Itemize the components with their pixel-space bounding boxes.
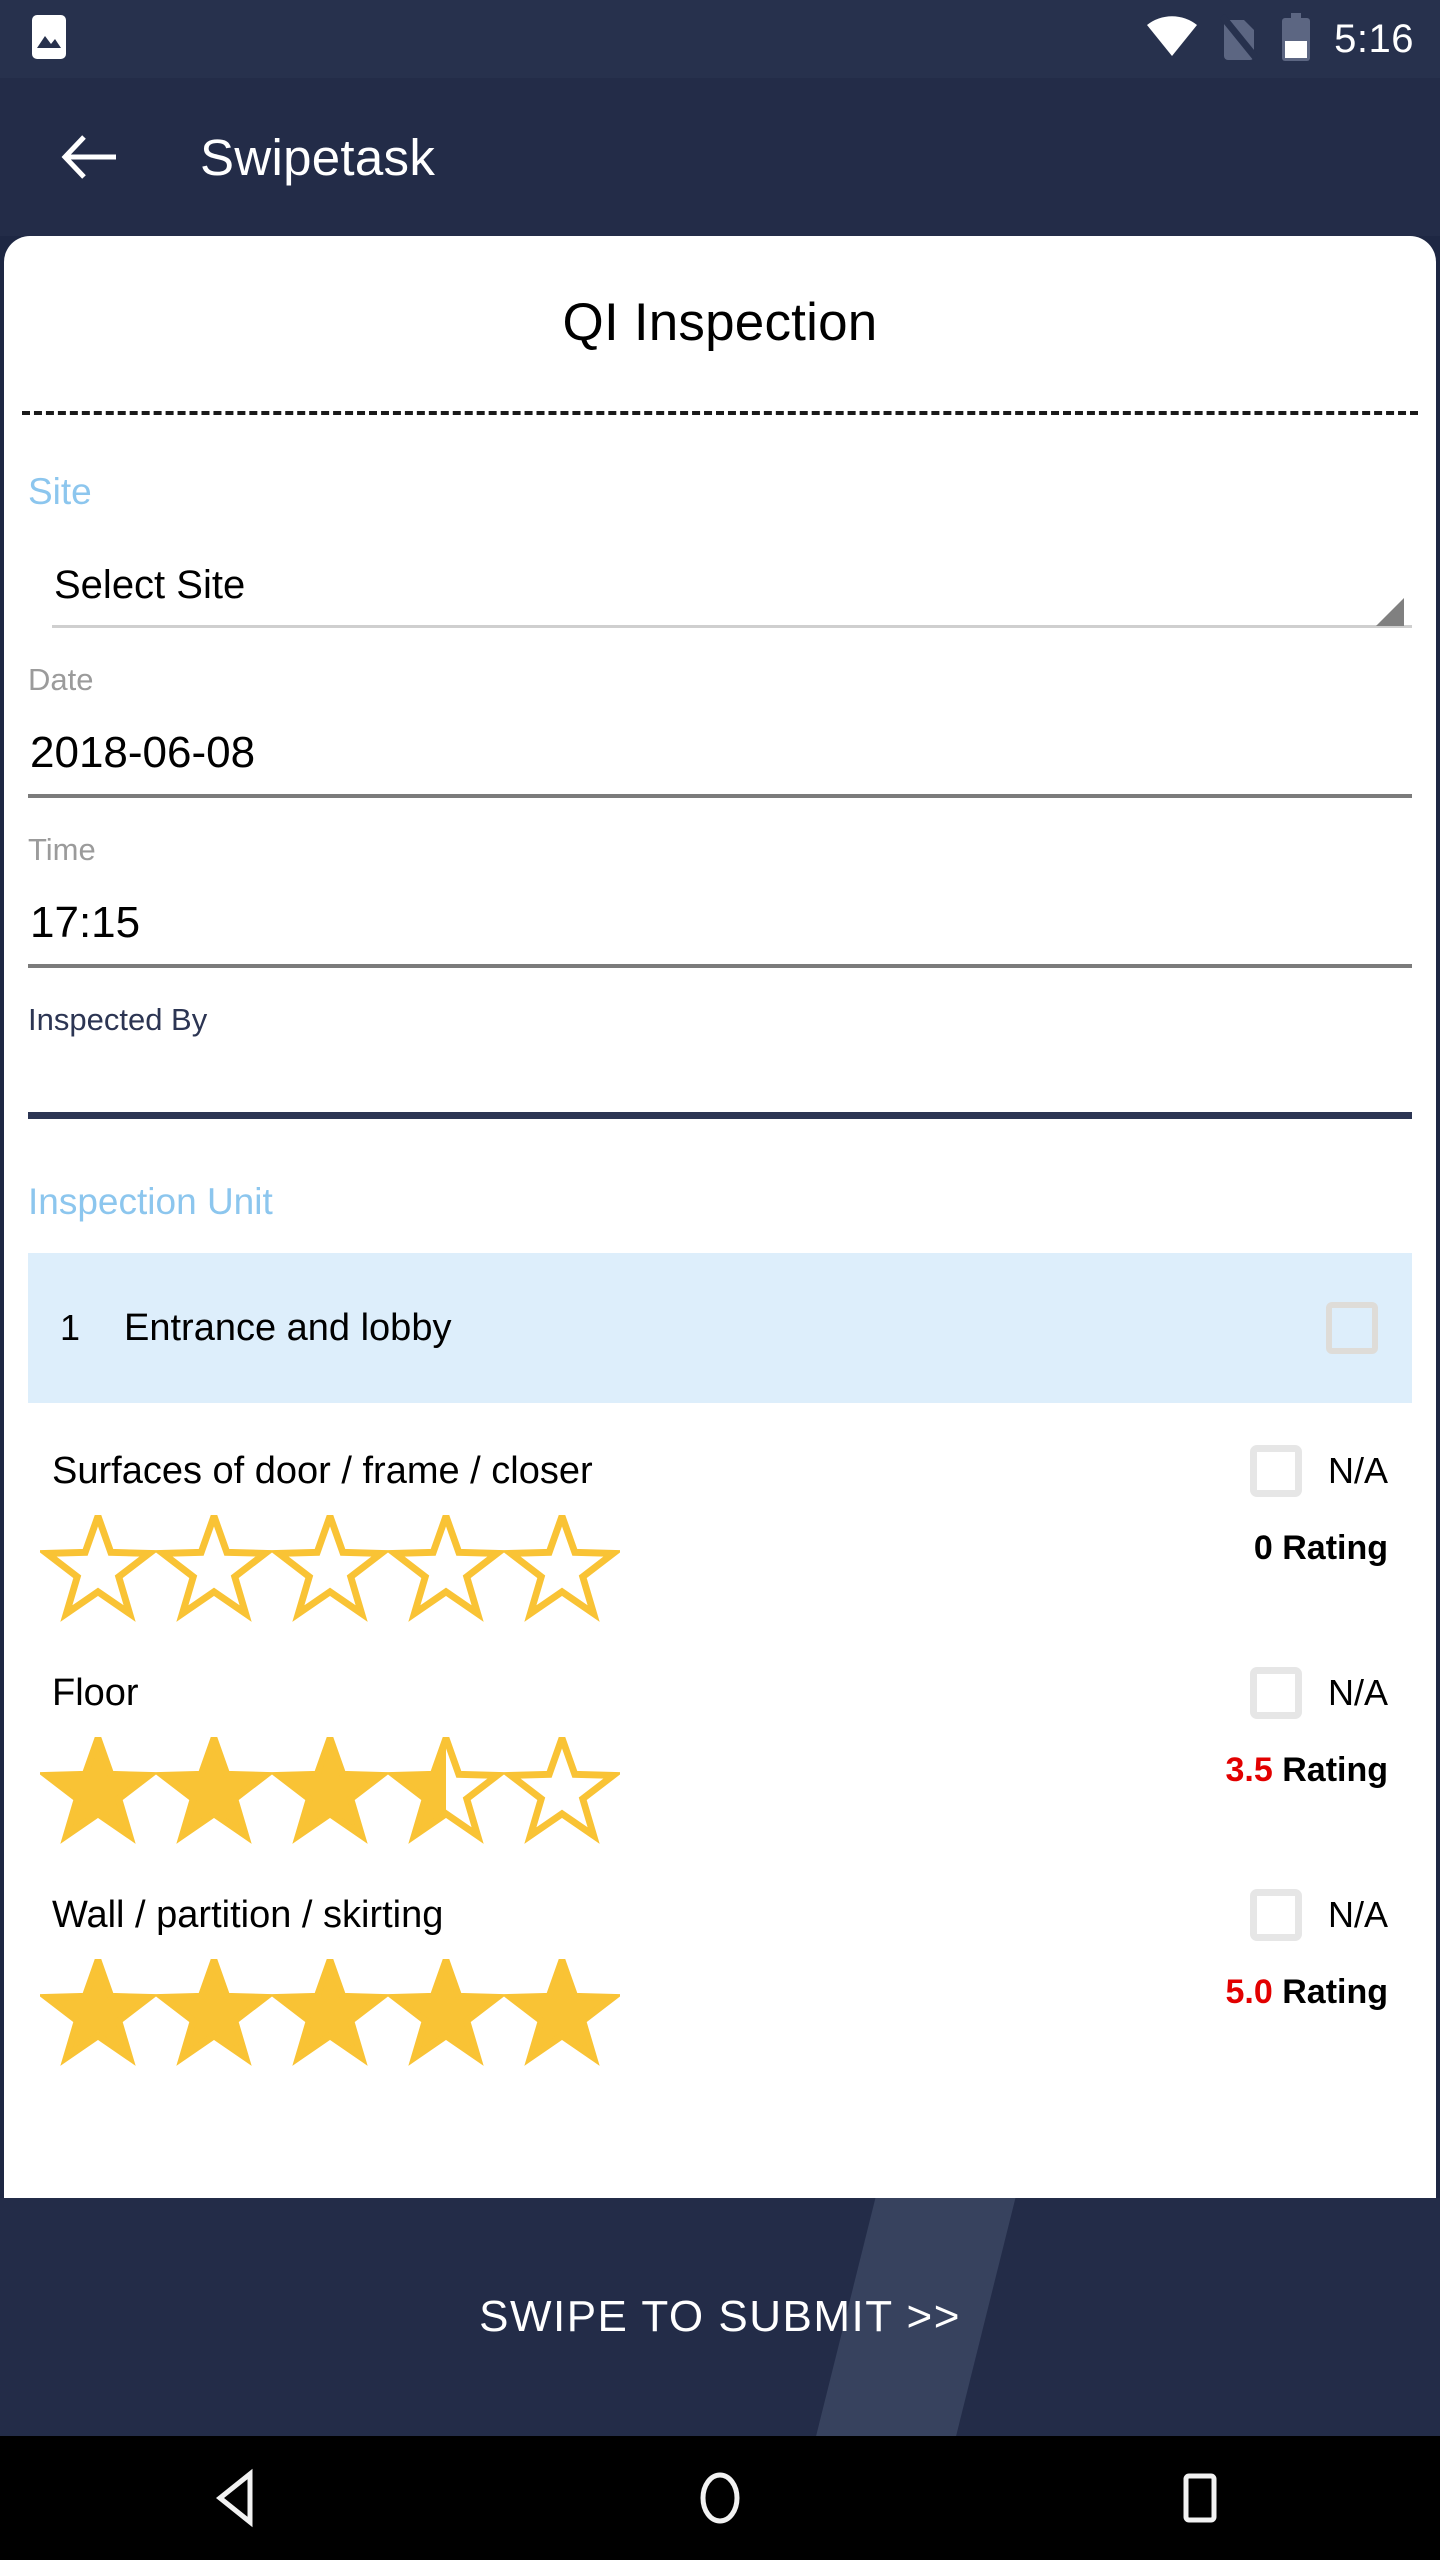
rating-header: Surfaces of door / frame / closer N/A <box>28 1445 1412 1497</box>
rating-item: Floor N/A 3.5 Rating <box>28 1625 1412 1847</box>
inspection-form: Site Select Site Date 2018-06-08 Time 17… <box>4 415 1436 2069</box>
rating-suffix: Rating <box>1272 1529 1388 1567</box>
rating-item-label: Wall / partition / skirting <box>52 1893 444 1936</box>
inspected-by-underline <box>28 1112 1412 1119</box>
page-title: QI Inspection <box>562 293 878 352</box>
inspection-card: QI Inspection Site Select Site Date 2018… <box>4 236 1436 2198</box>
time-input[interactable]: 17:15 <box>28 868 1412 964</box>
inspected-by-input[interactable] <box>28 1038 1412 1112</box>
rating-number: 0 <box>1253 1529 1273 1567</box>
dropdown-caret-icon <box>1376 598 1404 626</box>
inspection-unit-label: Inspection Unit <box>28 1181 273 1222</box>
inspected-by-field[interactable]: Inspected By <box>28 968 1412 1119</box>
rating-suffix: Rating <box>1272 1973 1388 2011</box>
unit-number: 1 <box>60 1307 81 1348</box>
status-bar-clock: 5:16 <box>1334 16 1414 61</box>
sim-card-off-icon <box>1219 13 1259 65</box>
circle-home-icon[interactable] <box>688 2466 752 2530</box>
site-select[interactable]: Select Site <box>28 521 1412 628</box>
date-field[interactable]: Date 2018-06-08 <box>28 628 1412 798</box>
na-control[interactable]: N/A <box>1249 1667 1388 1719</box>
status-bar-indicators: 5:16 <box>1146 12 1414 66</box>
rating-number: 5.0 <box>1225 1973 1273 2011</box>
rating-value: 5.0 Rating <box>1226 1973 1388 2012</box>
swipe-to-submit-bar[interactable]: SWIPE TO SUBMIT >> <box>0 2198 1440 2436</box>
rating-value: 3.5 Rating <box>1226 1751 1388 1790</box>
time-field[interactable]: Time 17:15 <box>28 798 1412 968</box>
date-input[interactable]: 2018-06-08 <box>28 698 1412 794</box>
rating-item: Wall / partition / skirting N/A 5.0 Rati… <box>28 1847 1412 2069</box>
square-recents-icon[interactable] <box>1168 2466 1232 2530</box>
na-label: N/A <box>1327 1450 1388 1491</box>
triangle-back-icon[interactable] <box>208 2466 272 2530</box>
date-label: Date <box>28 662 94 697</box>
na-checkbox[interactable] <box>1249 1889 1302 1941</box>
na-control[interactable]: N/A <box>1249 1889 1388 1941</box>
star-rating-0[interactable] <box>28 1497 1412 1625</box>
status-bar: 5:16 <box>0 0 1440 78</box>
rating-item: Surfaces of door / frame / closer N/A 0 … <box>28 1403 1412 1625</box>
unit-name: Entrance and lobby <box>124 1306 452 1349</box>
inspected-by-label: Inspected By <box>28 1002 208 1037</box>
android-nav-bar <box>0 2436 1440 2560</box>
inspection-unit-row[interactable]: 1 Entrance and lobby <box>28 1253 1412 1403</box>
na-label: N/A <box>1327 1894 1388 1935</box>
star-rating-2[interactable] <box>28 1941 1412 2069</box>
star-rating-1[interactable] <box>28 1719 1412 1847</box>
rating-item-label: Surfaces of door / frame / closer <box>52 1449 593 1492</box>
wifi-icon <box>1146 15 1198 63</box>
swipe-to-submit-label: SWIPE TO SUBMIT >> <box>479 2292 961 2341</box>
site-field: Site Select Site <box>28 415 1412 628</box>
arrow-left-icon[interactable] <box>58 124 124 190</box>
app-title: Swipetask <box>200 128 436 186</box>
unit-checkbox[interactable] <box>1326 1302 1378 1354</box>
rating-number: 3.5 <box>1225 1751 1273 1789</box>
battery-half-icon <box>1280 12 1312 66</box>
app-bar: Swipetask <box>0 78 1440 236</box>
site-select-value: Select Site <box>54 563 246 607</box>
rating-value: 0 Rating <box>1254 1529 1388 1568</box>
rating-item-label: Floor <box>52 1671 139 1714</box>
na-checkbox[interactable] <box>1249 1445 1302 1497</box>
rating-suffix: Rating <box>1272 1751 1388 1789</box>
na-checkbox[interactable] <box>1249 1667 1302 1719</box>
rating-header: Wall / partition / skirting N/A <box>28 1889 1412 1941</box>
na-label: N/A <box>1327 1672 1388 1713</box>
rating-header: Floor N/A <box>28 1667 1412 1719</box>
time-label: Time <box>28 832 96 867</box>
image-icon <box>32 14 66 64</box>
status-bar-notifications <box>32 14 66 64</box>
site-label: Site <box>28 471 92 512</box>
na-control[interactable]: N/A <box>1249 1445 1388 1497</box>
